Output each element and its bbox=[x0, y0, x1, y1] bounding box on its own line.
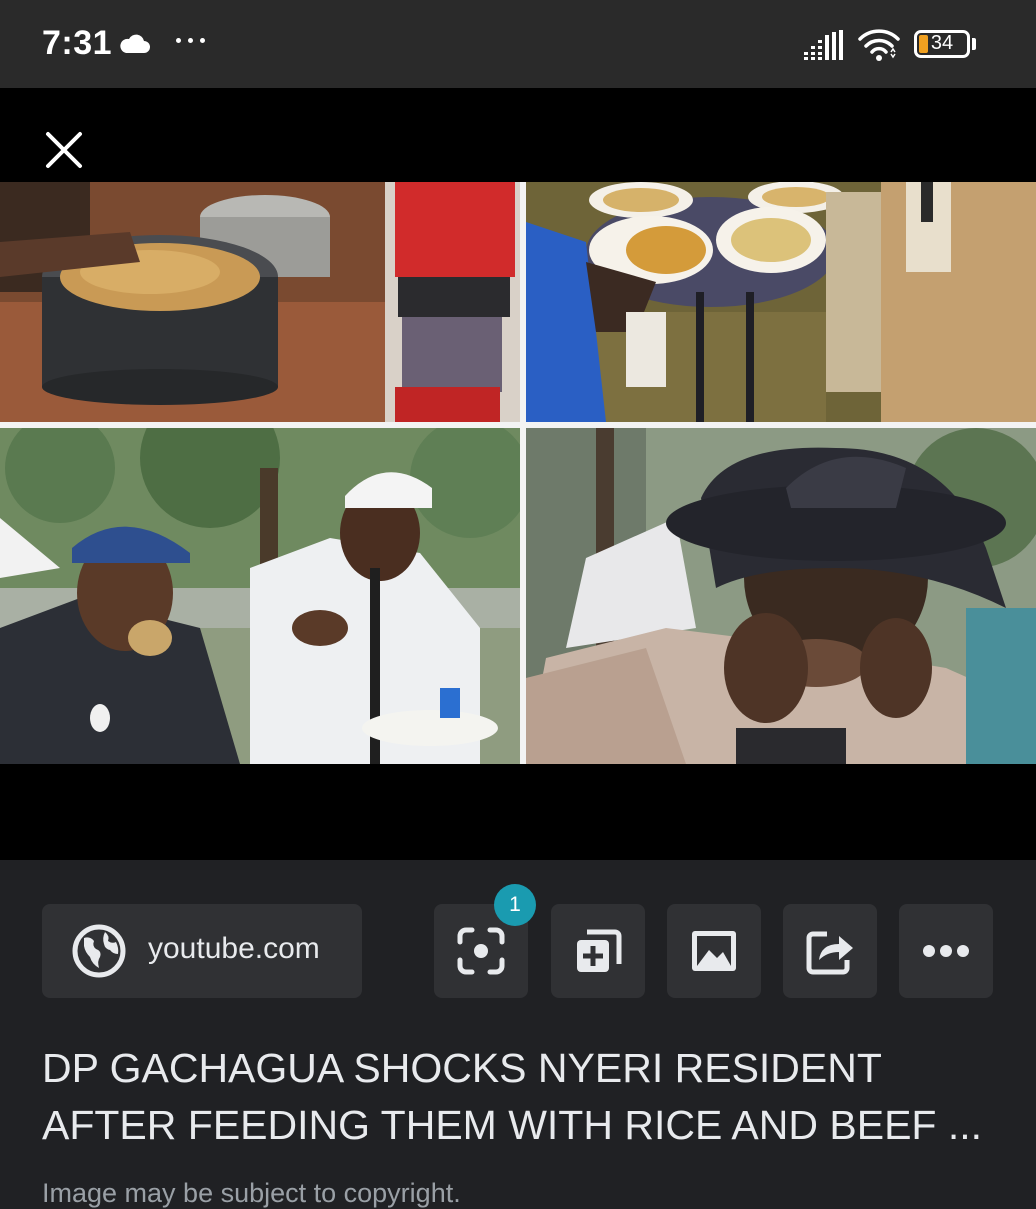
view-image-button[interactable] bbox=[667, 904, 761, 998]
battery-icon: 34 bbox=[914, 30, 970, 58]
photo-men-eating bbox=[0, 428, 520, 764]
photo-plates-table bbox=[526, 182, 1036, 422]
copyright-notice: Image may be subject to copyright. bbox=[42, 1178, 461, 1208]
lens-badge: 1 bbox=[494, 884, 536, 926]
more-icon bbox=[923, 945, 969, 957]
signal-icon bbox=[804, 30, 846, 65]
photo-elder-eating bbox=[526, 428, 1036, 764]
source-link-chip[interactable]: youtube.com bbox=[42, 904, 362, 998]
close-icon bbox=[46, 132, 82, 168]
status-time: 7:31 bbox=[42, 24, 113, 62]
lens-icon bbox=[457, 927, 505, 975]
result-title[interactable]: DP GACHAGUA SHOCKS NYERI RESIDENT AFTER … bbox=[42, 1040, 1002, 1154]
more-notifications-icon bbox=[176, 38, 205, 43]
wifi-icon bbox=[858, 28, 900, 67]
more-options-button[interactable] bbox=[899, 904, 993, 998]
image-icon bbox=[692, 931, 736, 971]
battery-terminal bbox=[972, 38, 976, 50]
globe-icon bbox=[72, 924, 126, 983]
close-button[interactable] bbox=[40, 126, 88, 174]
photo-cooking-pot bbox=[0, 182, 520, 422]
share-button[interactable] bbox=[783, 904, 877, 998]
status-bar: 7:31 34 bbox=[0, 0, 1036, 88]
add-to-collection-button[interactable] bbox=[551, 904, 645, 998]
battery-percent: 34 bbox=[930, 32, 954, 54]
add-to-collection-icon bbox=[577, 929, 622, 972]
preview-image[interactable] bbox=[0, 182, 1036, 764]
source-label: youtube.com bbox=[148, 932, 320, 965]
cloud-icon bbox=[118, 34, 150, 59]
share-icon bbox=[806, 931, 853, 975]
